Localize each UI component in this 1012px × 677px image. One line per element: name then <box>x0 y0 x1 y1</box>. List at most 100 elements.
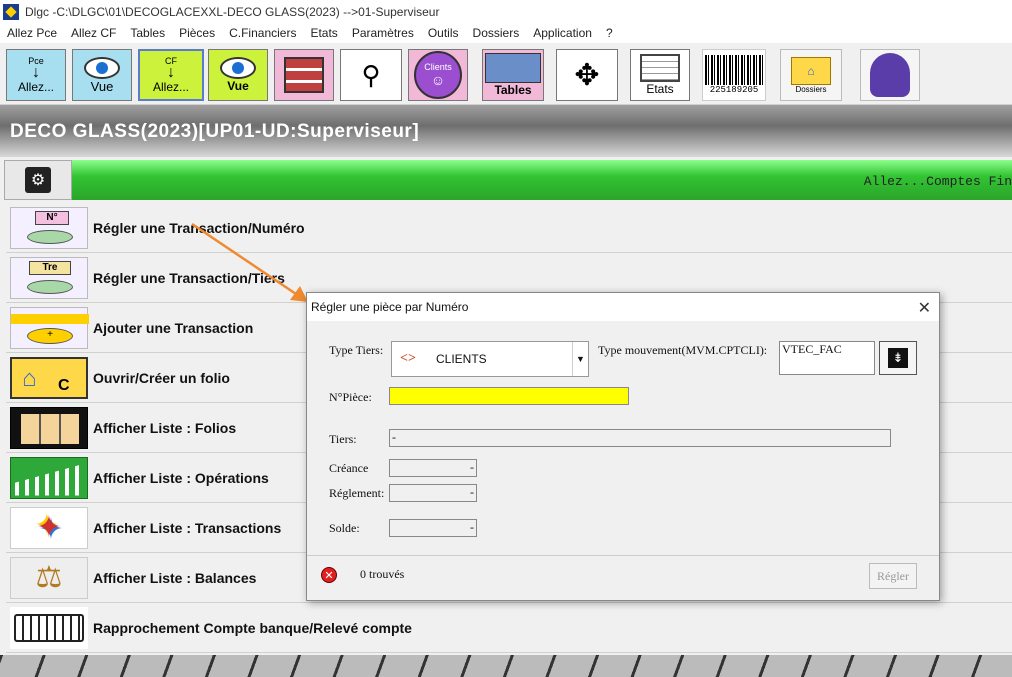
action-label: Rapprochement Compte banque/Relevé compt… <box>93 619 412 636</box>
allez-pce-button[interactable]: Pce ↓ Allez... <box>6 49 66 101</box>
allez-cf-label: Allez... <box>152 80 189 94</box>
clients-circle-icon: Clients ☺ <box>414 51 462 99</box>
menu-dossiers[interactable]: Dossiers <box>466 26 527 40</box>
vue-pce-button[interactable]: Vue <box>72 49 132 101</box>
person-cart-button[interactable]: ⚲ <box>340 49 402 101</box>
dossiers-label: Dossiers <box>795 84 827 94</box>
expand-arrows-icon: ✥ <box>574 58 600 92</box>
reglement-value: - <box>470 485 474 499</box>
gear-icon: ⚙ <box>25 167 51 193</box>
close-icon[interactable]: ✕ <box>918 298 931 318</box>
title-bar: Dlgc -C:\DLGC\01\DECOGLACEXXL-DECO GLASS… <box>0 0 1012 23</box>
house-icon: ⌂ <box>22 364 37 392</box>
menu-parametres[interactable]: Paramètres <box>345 26 421 40</box>
allez-cf-button[interactable]: CF ↓ Allez... <box>138 49 204 101</box>
menu-bar: Allez Pce Allez CF Tables Pièces C.Finan… <box>0 23 1012 43</box>
barcode-digits: 225189205 <box>709 85 759 95</box>
menu-application[interactable]: Application <box>526 26 599 40</box>
doctor-user-icon <box>870 53 910 97</box>
regler-piece-dialog: Régler une pièce par Numéro ✕ Type Tiers… <box>306 292 940 601</box>
tiers-value: - <box>392 430 396 444</box>
action-label: Ajouter une Transaction <box>93 319 254 336</box>
cabinet-button[interactable] <box>274 49 334 101</box>
vue-pce-label: Vue <box>90 78 114 94</box>
company-header: DECO GLASS(2023)[UP01-UD:Superviseur] <box>0 105 1012 157</box>
add-bag-icon: + <box>10 306 89 349</box>
star-transactions-icon: ✦ <box>10 506 88 549</box>
group-icon: ☺ <box>430 72 446 88</box>
barcode-icon <box>705 55 763 85</box>
menu-pieces[interactable]: Pièces <box>172 26 222 40</box>
status-separator <box>307 555 939 556</box>
action-label: Afficher Liste : Balances <box>93 569 257 586</box>
menu-help[interactable]: ? <box>599 26 620 40</box>
solde-field: - <box>389 519 477 537</box>
menu-outils[interactable]: Outils <box>421 26 466 40</box>
menu-allez-cf[interactable]: Allez CF <box>64 26 123 40</box>
action-label: Afficher Liste : Folios <box>93 419 237 436</box>
action-regler-numero[interactable]: N° Régler une Transaction/Numéro <box>6 203 1012 253</box>
report-icon <box>640 54 680 82</box>
download-arrows-icon: ⇟ <box>888 348 908 368</box>
clients-button[interactable]: Clients ☺ <box>408 49 468 101</box>
vue-cf-button[interactable]: Vue <box>208 49 268 101</box>
user-button[interactable] <box>860 49 920 101</box>
dialog-title: Régler une pièce par Numéro <box>311 300 469 314</box>
solde-value: - <box>470 520 474 534</box>
company-title: DECO GLASS(2023)[UP01-UD:Superviseur] <box>10 121 420 142</box>
clients-label: Clients <box>424 62 452 72</box>
dialog-body: Type Tiers: <> CLIENTS ▼ Type mouvement(… <box>307 321 939 602</box>
dialog-title-bar: Régler une pièce par Numéro ✕ <box>307 293 939 321</box>
layout-button[interactable]: ✥ <box>556 49 618 101</box>
solde-label: Solde: <box>329 521 360 535</box>
icon-number-label: N° <box>35 210 69 225</box>
green-banner: Allez...Comptes Fin <box>72 160 1012 200</box>
npiece-label: N°Pièce: <box>329 390 372 404</box>
npiece-input[interactable] <box>389 387 629 405</box>
folder-icon: ⌂ <box>791 56 831 85</box>
barcode-button[interactable]: 225189205 <box>702 49 766 101</box>
type-mouvement-field[interactable]: VTEC_FAC <box>779 341 875 375</box>
folios-grid-icon <box>10 406 88 449</box>
down-arrow-icon: ↓ <box>32 64 40 81</box>
balance-scale-icon: ⚖ <box>10 556 88 599</box>
dossiers-button[interactable]: ⌂ Dossiers <box>780 49 842 101</box>
regler-label: Régler <box>877 568 909 583</box>
menu-allez-pce[interactable]: Allez Pce <box>0 26 64 40</box>
down-arrow-icon: ↓ <box>167 64 175 81</box>
settings-button[interactable]: ⚙ <box>4 160 72 200</box>
lookup-button[interactable]: ⇟ <box>879 341 917 375</box>
tiers-label: Tiers: <box>329 432 357 446</box>
app-icon <box>3 3 19 20</box>
menu-etats[interactable]: Etats <box>303 26 344 40</box>
creance-value: - <box>470 460 474 474</box>
type-mouvement-value: VTEC_FAC <box>782 342 842 356</box>
toolbar: Pce ↓ Allez... Vue CF ↓ Allez... Vue ⚲ C… <box>0 43 1012 105</box>
creance-field: - <box>389 459 477 477</box>
tables-button[interactable]: Tables <box>482 49 544 101</box>
clients-logo-icon: <> <box>400 351 416 366</box>
icon-tiers-label: Tre <box>29 260 71 275</box>
menu-tables[interactable]: Tables <box>123 26 172 40</box>
menu-c-financiers[interactable]: C.Financiers <box>222 26 303 40</box>
tiers-field: - <box>389 429 891 447</box>
cash-register-icon <box>10 606 88 649</box>
regler-button[interactable]: Régler <box>869 563 917 589</box>
tiers-bag-icon: Tre <box>10 256 88 299</box>
action-rapprochement[interactable]: Rapprochement Compte banque/Relevé compt… <box>6 603 1012 653</box>
type-tiers-value: CLIENTS <box>436 352 487 366</box>
chart-bars-icon <box>10 456 88 499</box>
bottom-decoration <box>0 655 1012 677</box>
scrolling-text: Allez...Comptes Fin <box>863 174 1012 189</box>
type-tiers-label: Type Tiers: <box>329 343 384 357</box>
action-label: Afficher Liste : Opérations <box>93 469 269 486</box>
cabinet-icon <box>284 57 324 93</box>
eye-icon <box>220 57 256 79</box>
folio-icon: ⌂ C <box>10 356 88 399</box>
etats-button[interactable]: Etats <box>630 49 690 101</box>
icon-folio-label: C <box>58 376 70 394</box>
status-text: 0 trouvés <box>360 567 405 581</box>
type-tiers-select[interactable]: <> CLIENTS ▼ <box>391 341 589 377</box>
chevron-down-icon[interactable]: ▼ <box>572 342 588 376</box>
error-icon: ✕ <box>321 567 337 583</box>
